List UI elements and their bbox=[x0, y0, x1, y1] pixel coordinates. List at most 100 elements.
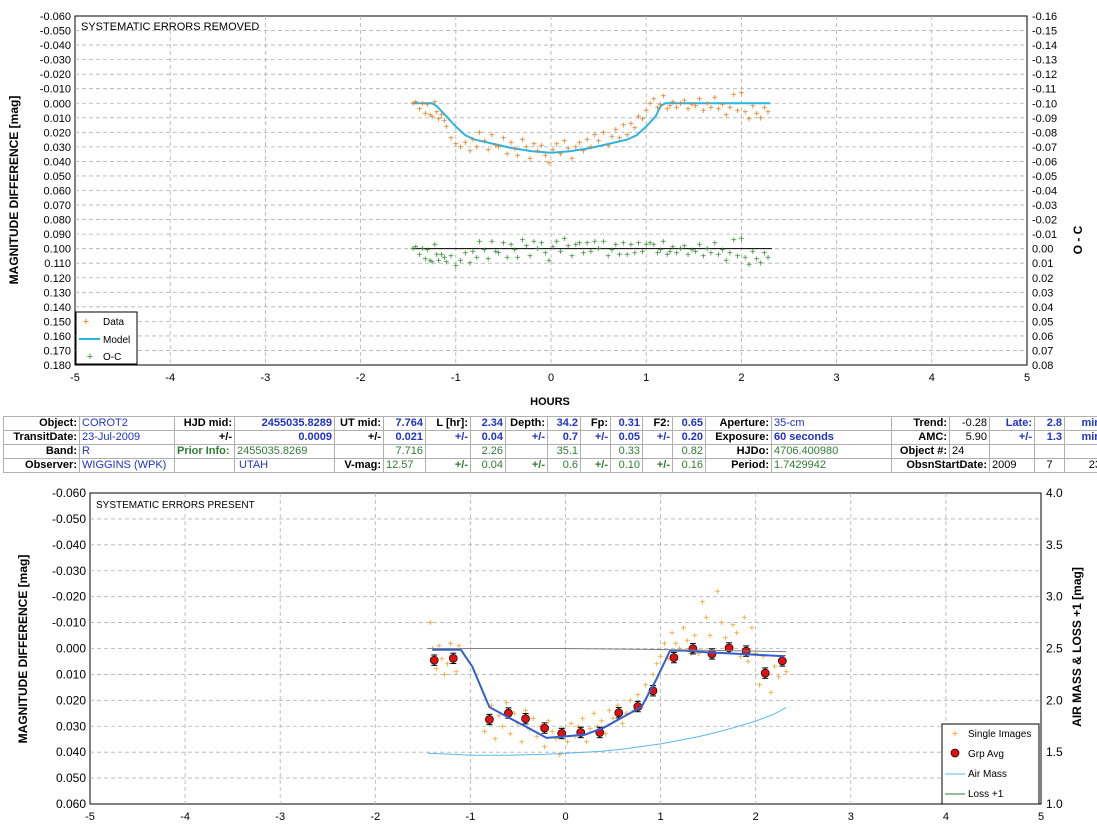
x-tick-label: 0 bbox=[562, 811, 568, 823]
bottom-chart: -0.060 -0.050 -0.040 -0.030 -0.020 -0.010 0.00… bbox=[16, 486, 1084, 823]
transit-date-value: 23-Jul-2009 bbox=[79, 430, 175, 445]
bottom-legend-airmass-label: Air Mass bbox=[968, 769, 1007, 780]
top-y-axis-label: MAGNITUDE DIFFERENCE [mag] bbox=[7, 96, 21, 285]
oc-point: + bbox=[504, 253, 510, 264]
hjd-mid-label: HJD mid: bbox=[174, 416, 235, 431]
fp-value: 0.31 bbox=[610, 416, 643, 431]
obs-start-label: ObsnStartDate: bbox=[891, 458, 990, 473]
l-err-label: +/- bbox=[425, 430, 471, 445]
single-image-point: + bbox=[703, 613, 709, 624]
bottom-y-ticks: -0.060 -0.050 -0.040 -0.030 -0.020 -0.010 0.00… bbox=[52, 486, 86, 811]
oc-point: + bbox=[546, 256, 552, 267]
top-x-axis-label: HOURS bbox=[530, 396, 570, 408]
oc-point: + bbox=[620, 238, 626, 249]
band-empty-2 bbox=[1034, 444, 1065, 459]
period-label: Period: bbox=[705, 458, 772, 473]
transit-date-label: TransitDate: bbox=[3, 430, 80, 445]
oc-point: + bbox=[624, 250, 630, 261]
late-err-unit: min bbox=[1064, 430, 1097, 445]
y-tick-label: 0.010 bbox=[56, 667, 86, 681]
data-point: + bbox=[765, 107, 771, 118]
object-num-value: 24 bbox=[949, 444, 990, 459]
x-tick-label: -5 bbox=[85, 811, 95, 823]
trend-value: -0.28 bbox=[949, 416, 990, 431]
single-image-point: + bbox=[768, 688, 774, 699]
y-tick-label: 0.000 bbox=[43, 98, 71, 110]
x-tick-label: 1 bbox=[643, 372, 649, 384]
data-point: + bbox=[500, 134, 506, 145]
single-image-point: + bbox=[635, 691, 641, 702]
single-image-point: + bbox=[719, 618, 725, 629]
object-num-label: Object #: bbox=[891, 444, 950, 459]
single-image-point: + bbox=[749, 623, 755, 634]
grp-avg-point bbox=[614, 708, 624, 718]
top-chart-title: SYSTEMATIC ERRORS REMOVED bbox=[81, 21, 259, 33]
single-image-point: + bbox=[433, 665, 439, 676]
trend-label: Trend: bbox=[891, 416, 950, 431]
data-point: + bbox=[467, 147, 473, 158]
oc-point: + bbox=[617, 250, 623, 261]
late-err-value: 1.3 bbox=[1034, 430, 1065, 445]
data-point: + bbox=[624, 131, 630, 142]
depth-err-label: +/- bbox=[505, 430, 548, 445]
y2-tick-label: 0.08 bbox=[1032, 360, 1053, 372]
single-image-point: + bbox=[627, 696, 633, 707]
single-image-point: + bbox=[428, 618, 434, 629]
top-legend-model-label: Model bbox=[103, 335, 130, 346]
data-point: + bbox=[588, 142, 594, 153]
info-table: Object: COROT2 HJD mid: 2455035.8289 UT … bbox=[3, 416, 1097, 473]
y2-tick-label: 0.06 bbox=[1032, 331, 1053, 343]
x-tick-label: -2 bbox=[370, 811, 380, 823]
data-point: + bbox=[474, 142, 480, 153]
y2-tick-label: -0.08 bbox=[1032, 127, 1057, 139]
obs-month-value: 7 bbox=[1034, 458, 1065, 473]
bottom-legend: + Single Images Grp Avg Air Mass Loss +1 bbox=[941, 723, 1040, 805]
vmag-err-label: +/- bbox=[425, 458, 471, 473]
prior-f2-value: 0.82 bbox=[672, 444, 706, 459]
x-tick-label: 2 bbox=[753, 811, 759, 823]
top-y-ticks: -0.060 -0.050 -0.040 -0.030 -0.020 -0.010 0.00… bbox=[40, 11, 71, 372]
y-tick-label: -0.060 bbox=[40, 11, 71, 23]
observer-label: Observer: bbox=[3, 458, 80, 473]
data-point: + bbox=[617, 134, 623, 145]
single-image-point: + bbox=[442, 670, 448, 681]
y-tick-label: -0.060 bbox=[52, 486, 86, 500]
y2-tick-label: -0.03 bbox=[1032, 200, 1057, 212]
hjdo-label: HJDo: bbox=[705, 444, 772, 459]
x-tick-label: 3 bbox=[848, 811, 854, 823]
oc-point: + bbox=[697, 240, 703, 251]
v-err3-label: +/- bbox=[580, 458, 611, 473]
data-point: + bbox=[735, 106, 741, 117]
y2-tick-label: 0.05 bbox=[1032, 316, 1053, 328]
oc-point: + bbox=[731, 235, 737, 246]
x-tick-label: 0 bbox=[548, 372, 554, 384]
single-image-point: + bbox=[684, 636, 690, 647]
x-tick-label: 5 bbox=[1024, 372, 1030, 384]
top-legend: + Data Model + O-C bbox=[75, 311, 138, 365]
prior-empty-4 bbox=[580, 444, 611, 459]
y-tick-label: 0.050 bbox=[43, 171, 71, 183]
obs-day-value: 23 bbox=[1064, 458, 1097, 473]
y2-tick-label: -0.07 bbox=[1032, 142, 1057, 154]
oc-point: + bbox=[735, 251, 741, 262]
y2-tick-label: 3.0 bbox=[1046, 590, 1063, 604]
hjd-mid-value: 2455035.8289 bbox=[234, 416, 335, 431]
v-err2-value: 0.6 bbox=[547, 458, 581, 473]
l-err-value: 0.04 bbox=[470, 430, 506, 445]
data-point: + bbox=[580, 147, 586, 158]
single-image-point: + bbox=[760, 652, 766, 663]
single-image-point: + bbox=[507, 730, 513, 741]
bottom-y-axis-label: MAGNITUDE DIFFERENCE [mag] bbox=[16, 555, 30, 744]
y-tick-label: 0.130 bbox=[43, 287, 71, 299]
v-err4-value: 0.16 bbox=[672, 458, 706, 473]
f2-err-label: +/- bbox=[642, 430, 673, 445]
x-tick-label: -1 bbox=[451, 372, 461, 384]
y-tick-label: 0.080 bbox=[43, 215, 71, 227]
location-value: UTAH bbox=[234, 458, 335, 473]
y2-tick-label: 2.5 bbox=[1046, 642, 1063, 656]
y2-tick-label: 2.0 bbox=[1046, 693, 1063, 707]
y-tick-label: 0.030 bbox=[43, 142, 71, 154]
y2-tick-label: 4.0 bbox=[1046, 486, 1063, 500]
y-tick-label: 0.060 bbox=[43, 186, 71, 198]
oc-point: + bbox=[738, 234, 744, 245]
